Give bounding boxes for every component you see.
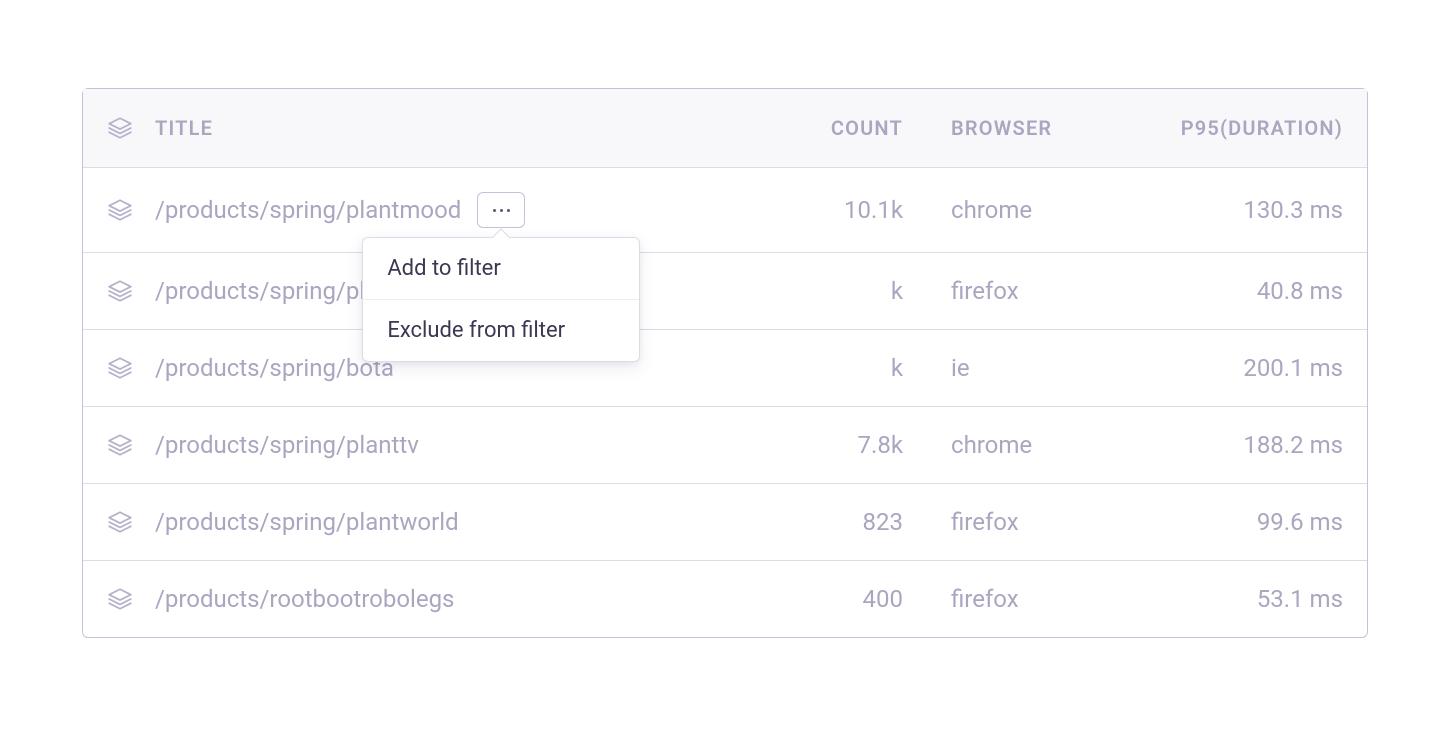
row-title: /products/spring/plantworld	[155, 508, 459, 536]
stack-icon	[107, 586, 133, 612]
table-row[interactable]: /products/spring/plantmood Add to filter…	[83, 168, 1367, 253]
col-header-browser-label: BROWSER	[951, 116, 1052, 140]
row-title: /products/spring/planttv	[155, 431, 419, 459]
menu-item-add-to-filter[interactable]: Add to filter	[363, 238, 639, 300]
row-actions-button[interactable]: Add to filter Exclude from filter	[477, 192, 525, 228]
row-browser: chrome	[927, 172, 1147, 248]
row-browser: firefox	[927, 561, 1147, 637]
row-count: 7.8k	[777, 407, 927, 483]
row-count: k	[777, 330, 927, 406]
stack-icon	[107, 509, 133, 535]
col-header-p95-label: P95(DURATION)	[1181, 116, 1343, 140]
table-row[interactable]: /products/spring/planttv 7.8k chrome 188…	[83, 407, 1367, 484]
col-header-browser[interactable]: BROWSER	[927, 90, 1147, 166]
row-p95: 40.8 ms	[1147, 253, 1367, 329]
row-count: 400	[777, 561, 927, 637]
menu-item-exclude-from-filter[interactable]: Exclude from filter	[363, 300, 639, 361]
row-browser: chrome	[927, 407, 1147, 483]
row-title: /products/spring/bota	[155, 354, 394, 382]
col-header-title-label: TITLE	[155, 116, 213, 140]
stack-icon	[107, 278, 133, 304]
stack-icon	[107, 197, 133, 223]
row-title: /products/rootbootrobolegs	[155, 585, 454, 613]
row-p95: 130.3 ms	[1147, 172, 1367, 248]
row-browser: firefox	[927, 253, 1147, 329]
row-count: k	[777, 253, 927, 329]
table-row[interactable]: /products/rootbootrobolegs 400 firefox 5…	[83, 561, 1367, 637]
table-header-row: TITLE COUNT BROWSER P95(DURATION)	[83, 89, 1367, 168]
table-row[interactable]: /products/spring/plantworld 823 firefox …	[83, 484, 1367, 561]
data-table: TITLE COUNT BROWSER P95(DURATION)	[82, 88, 1368, 638]
col-header-count[interactable]: COUNT	[777, 90, 927, 166]
col-header-count-label: COUNT	[831, 116, 903, 140]
row-p95: 200.1 ms	[1147, 330, 1367, 406]
col-header-p95[interactable]: P95(DURATION)	[1147, 90, 1367, 166]
row-actions-popover: Add to filter Exclude from filter	[362, 237, 640, 362]
col-header-title[interactable]: TITLE	[83, 89, 777, 167]
stack-icon	[107, 115, 133, 141]
table-row[interactable]: /products/spring/plant k firefox 40.8 ms	[83, 253, 1367, 330]
row-p95: 53.1 ms	[1147, 561, 1367, 637]
row-browser: firefox	[927, 484, 1147, 560]
row-count: 823	[777, 484, 927, 560]
row-browser: ie	[927, 330, 1147, 406]
table-row[interactable]: /products/spring/bota k ie 200.1 ms	[83, 330, 1367, 407]
row-p95: 99.6 ms	[1147, 484, 1367, 560]
row-p95: 188.2 ms	[1147, 407, 1367, 483]
stack-icon	[107, 432, 133, 458]
stack-icon	[107, 355, 133, 381]
row-count: 10.1k	[777, 172, 927, 248]
row-title: /products/spring/plantmood	[155, 196, 461, 224]
